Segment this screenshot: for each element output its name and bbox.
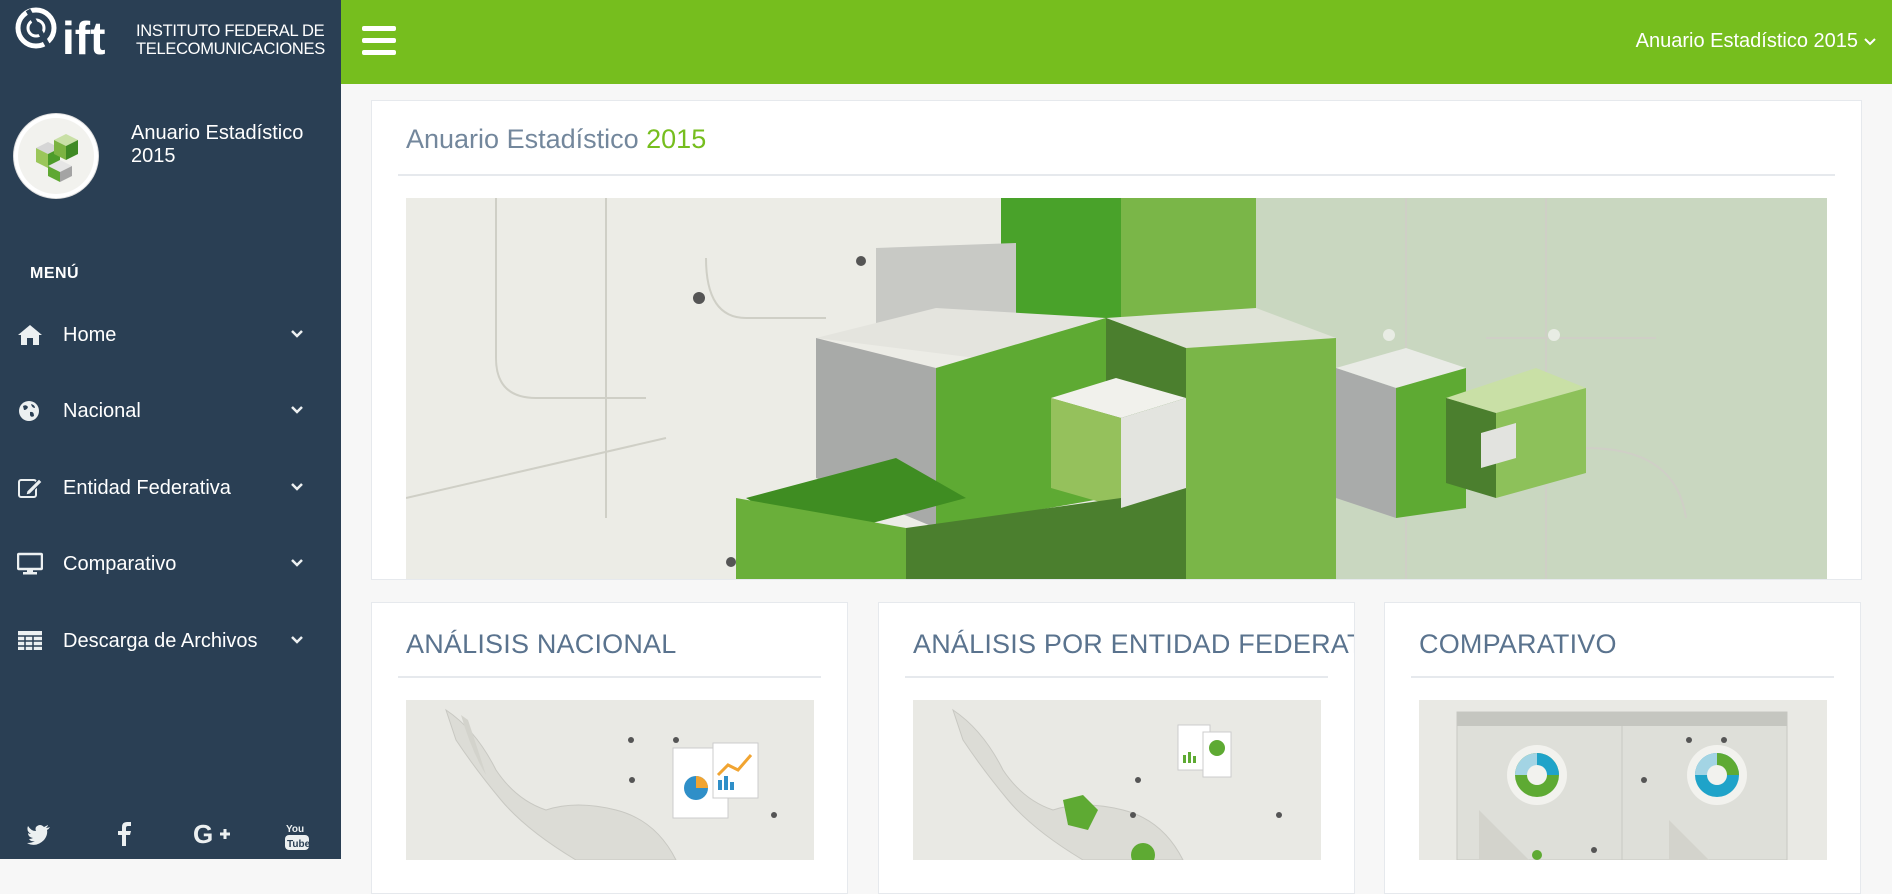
svg-text:G: G <box>193 822 213 846</box>
twitter-icon[interactable] <box>26 822 52 846</box>
menu-toggle-icon[interactable] <box>362 26 396 56</box>
card-comparativo[interactable]: COMPARATIVO <box>1384 602 1861 894</box>
desktop-icon <box>17 552 43 575</box>
mexico-states-map-image <box>913 700 1321 860</box>
ift-logo: ift <box>15 7 105 60</box>
title-divider <box>398 174 1835 176</box>
sidebar-item-home[interactable]: Home <box>0 307 341 363</box>
year-dropdown-label: Anuario Estadístico 2015 <box>1635 30 1858 52</box>
card-divider <box>398 676 821 678</box>
org-name: INSTITUTO FEDERAL DE TELECOMUNICACIONES <box>136 22 325 58</box>
card-title: COMPARATIVO <box>1419 629 1617 659</box>
chevron-down-icon <box>291 483 303 491</box>
sidebar-item-nacional[interactable]: Nacional <box>0 383 341 439</box>
logo-text: ift <box>62 12 105 60</box>
sidebar: ift INSTITUTO FEDERAL DE TELECOMUNICACIO… <box>0 0 341 859</box>
card-divider <box>905 676 1328 678</box>
sidebar-item-label: Entidad Federativa <box>63 477 231 499</box>
chevron-down-icon <box>291 406 303 414</box>
sidebar-item-label: Home <box>63 324 117 346</box>
card-analisis-nacional[interactable]: ANÁLISIS NACIONAL <box>371 602 848 894</box>
chevron-down-icon <box>1864 37 1876 45</box>
sidebar-item-label: Nacional <box>63 400 141 422</box>
org-line-1: INSTITUTO FEDERAL DE <box>136 22 325 40</box>
edit-icon <box>18 478 43 498</box>
menu-heading: MENÚ <box>30 265 80 282</box>
chevron-down-icon <box>291 330 303 338</box>
page-title-year: 2015 <box>646 124 707 154</box>
youtube-icon[interactable]: You Tube <box>285 822 309 852</box>
topbar: Anuario Estadístico 2015 <box>341 0 1892 84</box>
brand-logo-link[interactable]: ift INSTITUTO FEDERAL DE TELECOMUNICACIO… <box>14 0 334 62</box>
chevron-down-icon <box>291 559 303 567</box>
hero-banner-image <box>406 198 1827 579</box>
svg-text:You: You <box>286 824 304 835</box>
card-divider <box>1411 676 1834 678</box>
cubes-avatar-image <box>18 118 94 194</box>
sidebar-item-label: Comparativo <box>63 553 177 575</box>
home-icon <box>18 325 42 345</box>
mexico-map-image <box>406 700 814 860</box>
avatar <box>14 114 98 198</box>
card-title: ANÁLISIS NACIONAL <box>406 629 677 659</box>
sidebar-item-label: Descarga de Archivos <box>63 630 258 652</box>
sidebar-item-descarga-de-archivos[interactable]: Descarga de Archivos <box>0 613 341 669</box>
facebook-icon[interactable] <box>116 822 132 846</box>
globe-icon <box>19 401 39 421</box>
year-dropdown[interactable]: Anuario Estadístico 2015 <box>1636 30 1876 53</box>
svg-text:Tube: Tube <box>287 839 309 850</box>
comparison-maps-image <box>1419 700 1827 860</box>
sidebar-item-comparativo[interactable]: Comparativo <box>0 536 341 592</box>
page-title-text: Anuario Estadístico <box>406 124 639 154</box>
org-line-2: TELECOMUNICACIONES <box>136 40 325 58</box>
sidebar-item-entidad-federativa[interactable]: Entidad Federativa <box>0 460 341 516</box>
google-plus-icon[interactable]: G <box>193 822 231 846</box>
table-icon <box>18 631 42 650</box>
page-title: Anuario Estadístico 2015 <box>406 124 706 155</box>
hero-panel: Anuario Estadístico 2015 <box>371 100 1862 580</box>
card-analisis-por-entidad-federativa[interactable]: ANÁLISIS POR ENTIDAD FEDERATIVA <box>878 602 1355 894</box>
chevron-down-icon <box>291 636 303 644</box>
card-title: ANÁLISIS POR ENTIDAD FEDERATIVA <box>913 629 1354 659</box>
profile-name: Anuario Estadístico 2015 <box>131 122 304 167</box>
